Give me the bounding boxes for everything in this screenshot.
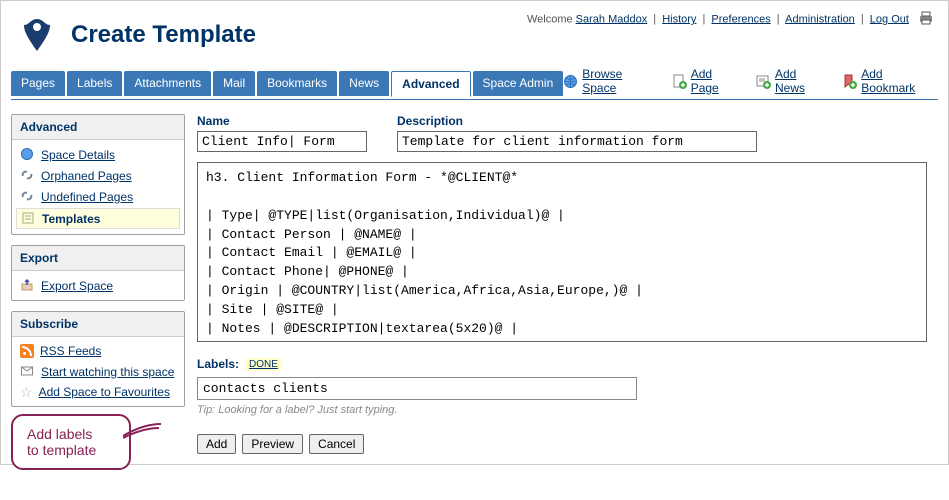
preferences-link[interactable]: Preferences	[711, 13, 770, 25]
primary-tabs: Pages Labels Attachments Mail Bookmarks …	[11, 71, 563, 96]
add-news-link[interactable]: Add News	[756, 67, 828, 95]
sidebar-heading-subscribe: Subscribe	[12, 312, 184, 337]
tab-labels[interactable]: Labels	[67, 71, 122, 96]
sidebar-item-favourite[interactable]: ☆ Add Space to Favourites	[14, 382, 182, 402]
news-add-icon	[756, 74, 771, 89]
description-label: Description	[397, 114, 757, 128]
tab-attachments[interactable]: Attachments	[124, 71, 211, 96]
link-icon	[20, 189, 35, 204]
name-input[interactable]	[197, 131, 367, 152]
callout-tail-icon	[123, 422, 163, 446]
rss-icon	[20, 344, 34, 358]
tab-mail[interactable]: Mail	[213, 71, 255, 96]
browse-space-link[interactable]: Browse Space	[563, 67, 657, 95]
labels-label: Labels:	[197, 357, 239, 371]
history-link[interactable]: History	[662, 13, 696, 25]
sidebar-item-orphaned[interactable]: Orphaned Pages	[14, 165, 182, 186]
labels-input[interactable]	[197, 377, 637, 400]
name-label: Name	[197, 114, 367, 128]
add-bookmark-link[interactable]: Add Bookmark	[842, 67, 938, 95]
globe-icon	[563, 74, 578, 89]
welcome-text: Welcome	[527, 13, 576, 25]
star-icon: ☆	[20, 385, 33, 399]
sidebar-item-export-space[interactable]: Export Space	[14, 275, 182, 296]
tab-space-admin[interactable]: Space Admin	[473, 71, 564, 96]
sidebar-item-watch[interactable]: Start watching this space	[14, 361, 182, 382]
sidebar-item-templates[interactable]: Templates	[16, 208, 180, 229]
sidebar-item-space-details[interactable]: Space Details	[14, 144, 182, 165]
username-link[interactable]: Sarah Maddox	[576, 13, 648, 25]
app-logo-icon	[17, 15, 57, 55]
description-input[interactable]	[397, 131, 757, 152]
sidebar-advanced-panel: Advanced Space Details Orphaned Pages Un…	[11, 114, 185, 235]
sidebar-heading-advanced: Advanced	[12, 115, 184, 140]
cancel-button[interactable]: Cancel	[309, 434, 364, 454]
logout-link[interactable]: Log Out	[870, 13, 909, 25]
sidebar-subscribe-panel: Subscribe RSS Feeds Start watching this …	[11, 311, 185, 407]
export-icon	[20, 278, 35, 293]
envelope-icon	[20, 364, 35, 379]
sidebar-export-panel: Export Export Space	[11, 245, 185, 301]
labels-tip: Tip: Looking for a label? Just start typ…	[197, 404, 938, 416]
globe-icon	[20, 147, 35, 162]
administration-link[interactable]: Administration	[785, 13, 855, 25]
add-button[interactable]: Add	[197, 434, 236, 454]
sidebar-item-undefined[interactable]: Undefined Pages	[14, 186, 182, 207]
sidebar-item-rss[interactable]: RSS Feeds	[14, 341, 182, 361]
page-add-icon	[672, 74, 687, 89]
sidebar-heading-export: Export	[12, 246, 184, 271]
annotation-callout: Add labels to template	[11, 414, 131, 470]
bookmark-add-icon	[842, 74, 857, 89]
tab-pages[interactable]: Pages	[11, 71, 65, 96]
labels-done-link[interactable]: DONE	[245, 358, 282, 371]
page-title: Create Template	[71, 21, 256, 49]
template-body-textarea[interactable]	[197, 162, 927, 342]
link-icon	[20, 168, 35, 183]
tab-advanced[interactable]: Advanced	[391, 71, 470, 97]
user-links: Welcome Sarah Maddox | History | Prefere…	[527, 11, 934, 28]
tab-bookmarks[interactable]: Bookmarks	[257, 71, 337, 96]
template-icon	[21, 211, 36, 226]
add-page-link[interactable]: Add Page	[672, 67, 742, 95]
print-icon[interactable]	[918, 11, 934, 28]
tab-news[interactable]: News	[339, 71, 389, 96]
preview-button[interactable]: Preview	[242, 434, 303, 454]
